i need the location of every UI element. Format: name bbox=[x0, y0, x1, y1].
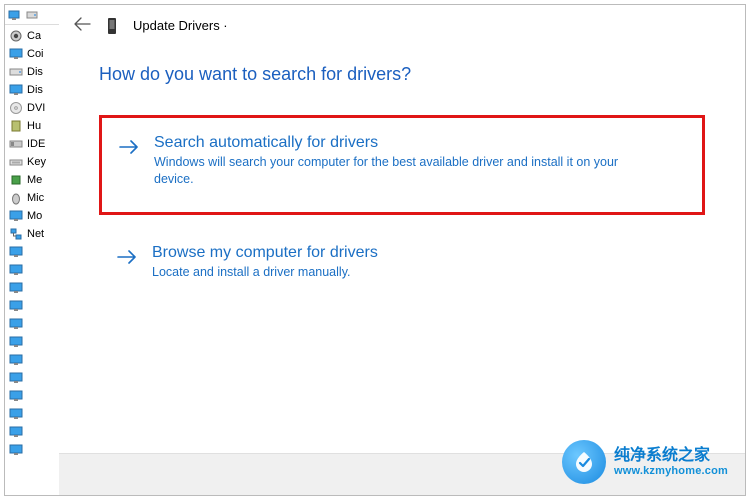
device-tree-item[interactable] bbox=[5, 351, 59, 369]
arrow-right-icon bbox=[116, 248, 138, 271]
usb-icon bbox=[9, 119, 23, 133]
device-tree-item-label: Mo bbox=[27, 210, 42, 222]
device-tree-item[interactable] bbox=[5, 315, 59, 333]
option-search-automatically[interactable]: Search automatically for drivers Windows… bbox=[99, 115, 705, 215]
window-frame: Ca Coi Dis Dis DVI Hu IDE Key Me Mic Mo Net Update … bbox=[4, 4, 746, 496]
monitor-icon bbox=[9, 281, 23, 295]
device-tree-item-label: Mic bbox=[27, 192, 44, 204]
device-tree-item-label: Net bbox=[27, 228, 44, 240]
device-tree-item[interactable]: Mic bbox=[5, 189, 59, 207]
watermark: 纯净系统之家 www.kzmyhome.com bbox=[562, 440, 728, 484]
device-tree-item-label: Coi bbox=[27, 48, 44, 60]
monitor-icon bbox=[9, 407, 23, 421]
update-drivers-dialog: Update Drivers · How do you want to sear… bbox=[59, 5, 745, 495]
monitor-icon bbox=[9, 47, 23, 61]
monitor-icon bbox=[9, 263, 23, 277]
dialog-body: How do you want to search for drivers? S… bbox=[59, 42, 745, 296]
device-tree-item[interactable]: Ca bbox=[5, 27, 59, 45]
option-description: Windows will search your computer for th… bbox=[154, 154, 654, 188]
monitor-icon bbox=[9, 371, 23, 385]
device-tree-item-label: Me bbox=[27, 174, 42, 186]
device-tree-item[interactable] bbox=[5, 279, 59, 297]
option-title: Browse my computer for drivers bbox=[152, 244, 686, 262]
device-tree-item-label: Key bbox=[27, 156, 46, 168]
disc-icon bbox=[9, 101, 23, 115]
monitor-icon bbox=[9, 353, 23, 367]
device-tree-item[interactable]: Mo bbox=[5, 207, 59, 225]
device-tree: Ca Coi Dis Dis DVI Hu IDE Key Me Mic Mo Net bbox=[5, 25, 59, 459]
mouse-icon bbox=[9, 191, 23, 205]
device-tree-item[interactable] bbox=[5, 297, 59, 315]
monitor-icon bbox=[9, 245, 23, 259]
device-tree-item-label: Dis bbox=[27, 84, 43, 96]
arrow-right-icon bbox=[118, 138, 140, 161]
monitor-icon bbox=[9, 83, 23, 97]
option-text: Browse my computer for drivers Locate an… bbox=[152, 244, 686, 281]
keyboard-icon bbox=[9, 155, 23, 169]
monitor-icon bbox=[9, 335, 23, 349]
option-title: Search automatically for drivers bbox=[154, 134, 684, 152]
chip-icon bbox=[9, 173, 23, 187]
option-browse-computer[interactable]: Browse my computer for drivers Locate an… bbox=[99, 231, 705, 296]
monitor-icon bbox=[9, 425, 23, 439]
device-icon bbox=[105, 17, 119, 35]
device-tree-item-label: Hu bbox=[27, 120, 41, 132]
computer-icon bbox=[7, 8, 21, 22]
camera-icon bbox=[9, 29, 23, 43]
drive-icon bbox=[25, 8, 39, 22]
option-description: Locate and install a driver manually. bbox=[152, 264, 652, 281]
ide-icon bbox=[9, 137, 23, 151]
watermark-text: 纯净系统之家 www.kzmyhome.com bbox=[614, 447, 728, 477]
device-tree-item[interactable] bbox=[5, 261, 59, 279]
device-tree-item[interactable]: Hu bbox=[5, 117, 59, 135]
watermark-logo-icon bbox=[562, 440, 606, 484]
device-manager-toolbar bbox=[5, 5, 59, 25]
watermark-url: www.kzmyhome.com bbox=[614, 465, 728, 477]
device-tree-item[interactable]: Coi bbox=[5, 45, 59, 63]
device-tree-item[interactable]: Key bbox=[5, 153, 59, 171]
device-tree-item[interactable] bbox=[5, 369, 59, 387]
device-tree-item[interactable] bbox=[5, 387, 59, 405]
device-tree-item[interactable]: Me bbox=[5, 171, 59, 189]
option-text: Search automatically for drivers Windows… bbox=[154, 134, 684, 188]
monitor-icon bbox=[9, 209, 23, 223]
network-icon bbox=[9, 227, 23, 241]
device-tree-item[interactable] bbox=[5, 243, 59, 261]
device-tree-item-label: Ca bbox=[27, 30, 41, 42]
device-tree-item[interactable] bbox=[5, 423, 59, 441]
drive-icon bbox=[9, 65, 23, 79]
device-tree-item[interactable] bbox=[5, 405, 59, 423]
dialog-header: Update Drivers · bbox=[59, 5, 745, 42]
device-tree-item-label: DVI bbox=[27, 102, 45, 114]
device-tree-item[interactable]: Net bbox=[5, 225, 59, 243]
watermark-title: 纯净系统之家 bbox=[614, 447, 728, 465]
back-button[interactable] bbox=[73, 15, 91, 36]
device-tree-item[interactable]: DVI bbox=[5, 99, 59, 117]
monitor-icon bbox=[9, 389, 23, 403]
dialog-title: Update Drivers · bbox=[133, 18, 228, 33]
monitor-icon bbox=[9, 317, 23, 331]
monitor-icon bbox=[9, 443, 23, 457]
device-tree-item[interactable]: Dis bbox=[5, 81, 59, 99]
device-tree-item-label: Dis bbox=[27, 66, 43, 78]
device-tree-item-label: IDE bbox=[27, 138, 45, 150]
dialog-question: How do you want to search for drivers? bbox=[99, 64, 705, 85]
device-tree-item[interactable]: Dis bbox=[5, 63, 59, 81]
device-tree-item[interactable] bbox=[5, 441, 59, 459]
device-tree-item[interactable] bbox=[5, 333, 59, 351]
device-tree-item[interactable]: IDE bbox=[5, 135, 59, 153]
monitor-icon bbox=[9, 299, 23, 313]
device-manager-sidebar: Ca Coi Dis Dis DVI Hu IDE Key Me Mic Mo Net bbox=[5, 5, 59, 495]
